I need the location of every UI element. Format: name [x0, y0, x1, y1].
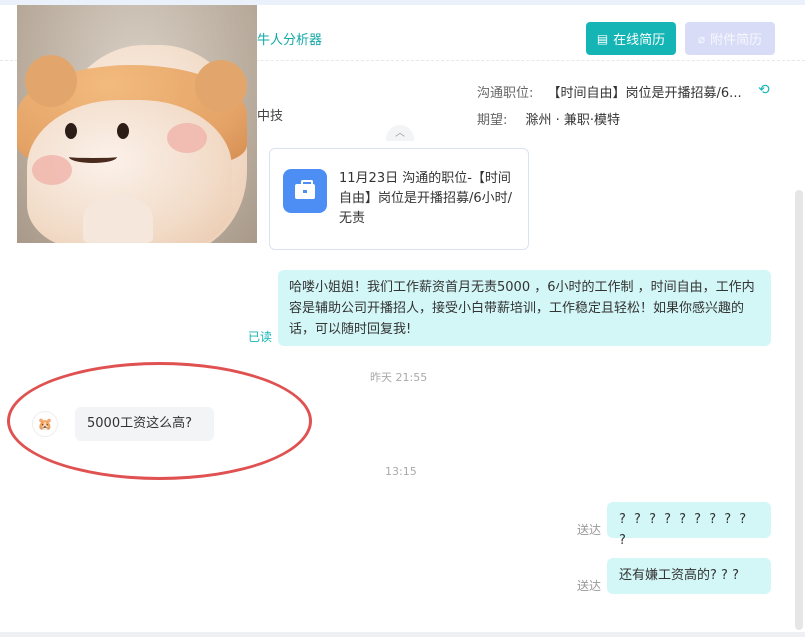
delivery-status: 送达 [577, 523, 602, 537]
message-time: 昨天 21:55 [370, 371, 428, 384]
job-position-value: 【时间自由】岗位是开播招募/6... [547, 86, 742, 101]
message-bubble-sent: 还有嫌工资高的? ? ? [607, 558, 771, 594]
job-card[interactable]: 11月23日 沟通的职位-【时间自由】岗位是开播招募/6小时/无责 [269, 148, 529, 250]
expectation-value: 滁州 · 兼职·模特 [525, 113, 621, 128]
analyzer-link[interactable]: 牛人分析器 [257, 29, 322, 48]
expectation: 期望: 滁州 · 兼职·模特 [477, 109, 620, 128]
job-position-label: 沟通职位: [477, 86, 534, 101]
attachment-resume-button[interactable]: ⌀ 附件简历 [685, 22, 775, 55]
message-bubble-sent: 哈喽小姐姐！我们工作薪资首月无责5000 ，6小时的工作制 ，时间自由，工作内容… [278, 270, 771, 346]
attachment-resume-label: 附件简历 [710, 33, 763, 48]
company-name: 中技 [257, 109, 284, 124]
contact-avatar[interactable]: 🐹 [32, 411, 58, 437]
job-position: 沟通职位: 【时间自由】岗位是开播招募/6... [477, 82, 742, 101]
document-icon: ▤ [596, 31, 609, 46]
bottom-strip [0, 632, 805, 637]
job-card-text: 11月23日 沟通的职位-【时间自由】岗位是开播招募/6小时/无责 [339, 171, 513, 226]
message-bubble-received: 5000工资这么高? [75, 407, 214, 441]
online-resume-label: 在线简历 [613, 33, 666, 48]
collapse-header-button[interactable]: ︿ [386, 125, 414, 141]
delivery-status: 送达 [577, 579, 602, 593]
paperclip-icon: ⌀ [697, 31, 706, 46]
message-time: 13:15 [385, 465, 417, 478]
switch-job-icon[interactable]: ⟲ [758, 82, 770, 98]
hamster-avatar-image [17, 5, 257, 243]
chat-scrollbar[interactable] [795, 190, 803, 630]
online-resume-button[interactable]: ▤ 在线简历 [586, 22, 676, 55]
briefcase-icon [283, 169, 327, 213]
message-bubble-sent: ? ? ? ? ? ? ? ? ? ? [607, 502, 771, 548]
expectation-label: 期望: [477, 113, 508, 128]
read-status: 已读 [248, 330, 273, 344]
